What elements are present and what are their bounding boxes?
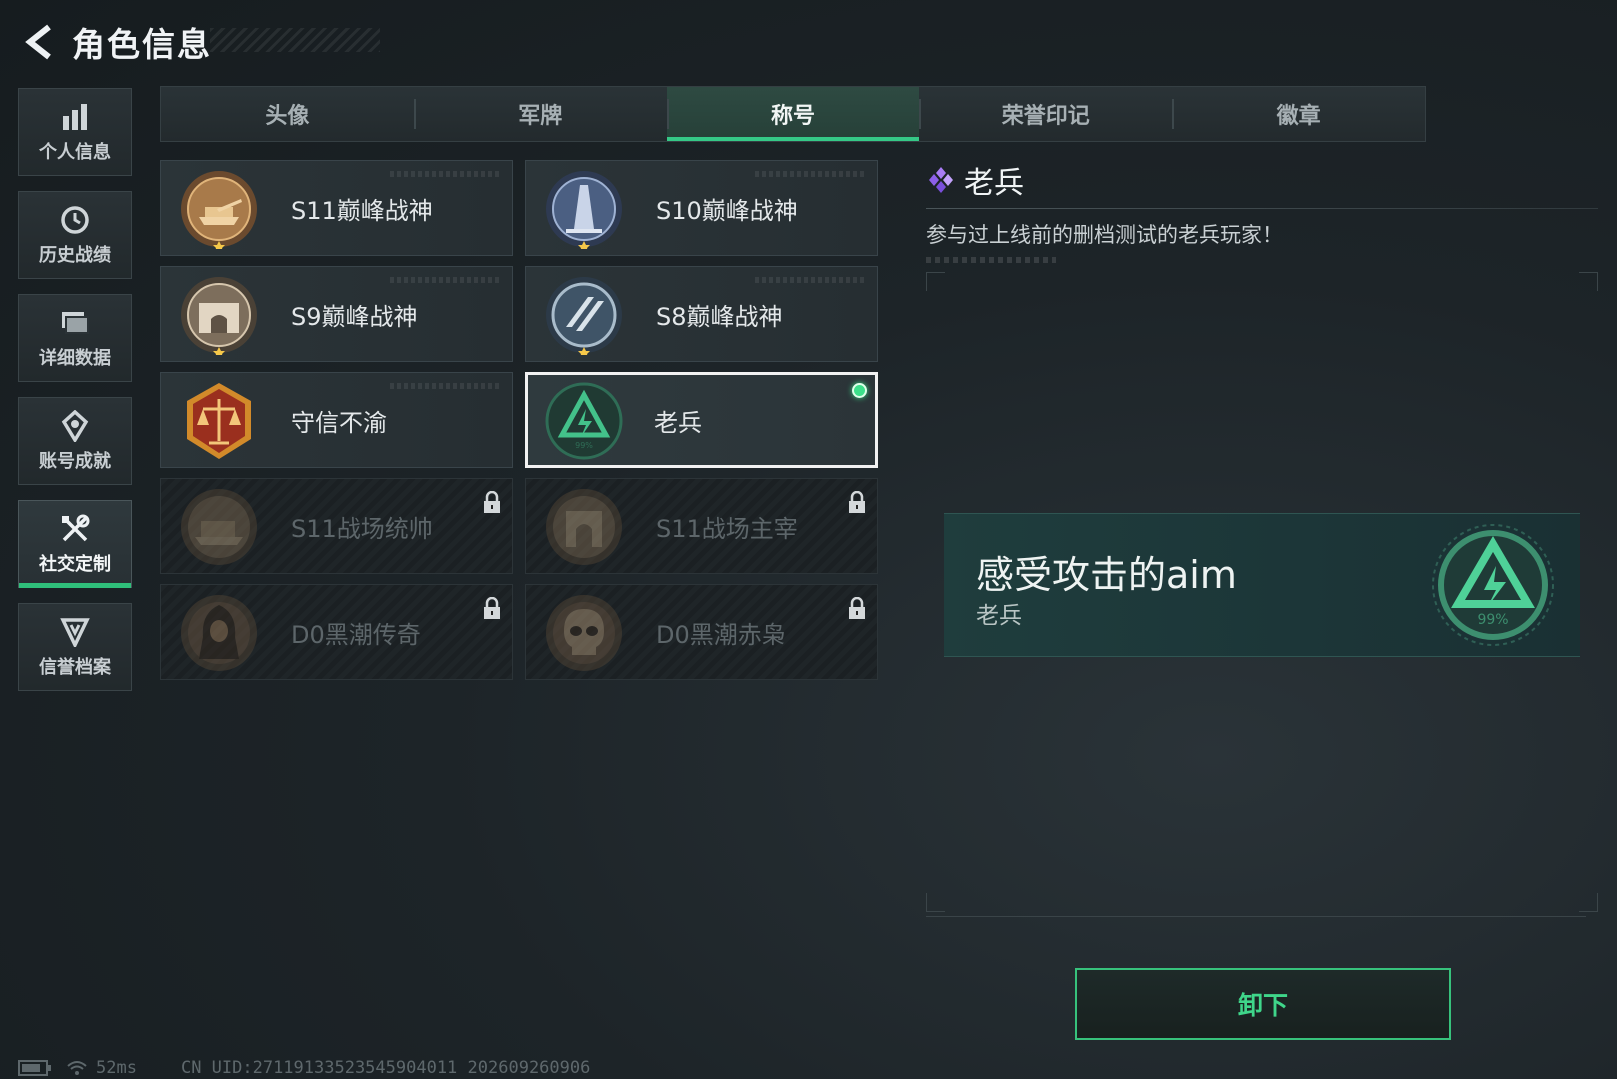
page-title: 角色信息 [72,25,212,64]
title-label: D0黑潮传奇 [291,620,421,649]
title-card-s8-peak[interactable]: S8巅峰战神 [525,266,878,362]
tab-dog-tag[interactable]: 军牌 [413,87,667,141]
title-label: S11战场统帅 [291,514,433,543]
title-label: D0黑潮赤枭 [656,620,786,649]
sidebar-item-social-custom[interactable]: 社交定制 [18,500,132,588]
sidebar-item-detailed-data[interactable]: 详细数据 [18,294,132,382]
title-card-s11-dominator[interactable]: S11战场主宰 [525,478,878,574]
lock-icon [849,597,865,619]
wifi-icon [67,1061,87,1075]
lock-icon [484,491,500,513]
title-card-keep-faith[interactable]: 守信不渝 [160,372,513,468]
frame-corner [926,893,945,912]
status-bar: 52ms CN UID:27119133523545904011 2026092… [18,1058,590,1078]
header-decoration [210,28,380,52]
title-label: S11战场主宰 [656,514,798,543]
battery-icon [18,1060,51,1076]
title-card-s11-peak[interactable]: S11巅峰战神 [160,160,513,256]
tab-badge[interactable]: 徽章 [1172,87,1425,141]
divider [926,208,1598,209]
fortress-emblem-icon [181,277,257,355]
detail-title: 老兵 [964,166,1024,201]
vehicle-emblem-icon [181,489,257,565]
sidebar-item-achievements[interactable]: 账号成就 [18,397,132,485]
card-decoration [390,383,500,389]
sidebar-item-label: 详细数据 [39,348,111,369]
title-card-s10-peak[interactable]: S10巅峰战神 [525,160,878,256]
veteran-emblem-icon: 99% [1432,524,1554,646]
title-label: S9巅峰战神 [291,302,418,331]
sidebar-item-label: 账号成就 [39,451,111,472]
tank-emblem-icon [181,171,257,249]
detail-description: 参与过上线前的删档测试的老兵玩家！ [926,223,1283,247]
back-arrow-icon[interactable] [18,20,62,64]
tab-avatar[interactable]: 头像 [161,87,414,141]
unequip-button[interactable]: 卸下 [1075,968,1451,1040]
hooded-figure-emblem-icon [181,595,257,671]
tab-title[interactable]: 称号 [666,87,920,141]
clock-icon [59,203,91,237]
frame-corner [1579,893,1598,912]
title-preview-card: 感受攻击的aim 老兵 99% [944,513,1580,657]
title-detail-panel: 老兵 参与过上线前的删档测试的老兵玩家！ [926,158,1598,263]
bar-chart-icon [60,100,90,134]
emblem-text: 99% [575,441,593,450]
equipped-indicator [852,383,867,398]
scales-emblem-icon [187,383,251,459]
title-label: 守信不渝 [291,408,387,437]
tools-icon [59,512,91,546]
title-label: S10巅峰战神 [656,196,798,225]
sidebar: 个人信息 历史战绩 详细数据 账号成就 社交定制 信誉档案 [18,88,134,706]
sidebar-item-label: 信誉档案 [39,657,111,678]
uid-text: CN UID:27119133523545904011 202609260906 [180,1058,591,1078]
title-label: S8巅峰战神 [656,302,783,331]
sidebar-item-label: 社交定制 [39,554,111,575]
title-label: S11巅峰战神 [291,196,433,225]
frame-corner [1579,272,1598,291]
header: 角色信息 [18,18,212,66]
tower-emblem-icon [546,171,622,249]
shield-icon [60,615,90,649]
folder-icon [58,306,92,340]
sidebar-item-label: 个人信息 [39,142,111,163]
lock-icon [849,491,865,513]
sidebar-item-history[interactable]: 历史战绩 [18,191,132,279]
title-card-veteran[interactable]: 99% 老兵 [525,372,878,468]
preview-title: 老兵 [976,603,1022,629]
lock-icon [484,597,500,619]
title-card-s11-commander[interactable]: S11战场统帅 [160,478,513,574]
frame-corner [926,272,945,291]
medal-icon [60,409,90,443]
ping-value: 52ms [96,1058,137,1078]
detail-header: 老兵 [926,158,1598,202]
title-card-s9-peak[interactable]: S9巅峰战神 [160,266,513,362]
title-label: 老兵 [654,408,702,437]
sidebar-item-personal-info[interactable]: 个人信息 [18,88,132,176]
tab-honor-mark[interactable]: 荣誉印记 [919,87,1172,141]
divider [926,916,1586,917]
description-decoration [926,257,1056,263]
player-name: 感受攻击的aim [976,553,1237,597]
title-card-d0-legend[interactable]: D0黑潮传奇 [160,584,513,680]
sidebar-item-label: 历史战绩 [39,245,111,266]
sidebar-item-credit[interactable]: 信誉档案 [18,603,132,691]
category-tabs: 头像 军牌 称号 荣誉印记 徽章 [160,86,1426,142]
veteran-emblem-icon: 99% [545,382,623,460]
title-card-d0-red-owl[interactable]: D0黑潮赤枭 [525,584,878,680]
emblem-text: 99% [1477,612,1508,628]
arch-emblem-icon [546,489,622,565]
skull-emblem-icon [546,595,622,671]
diamond-cluster-icon [929,167,953,193]
stripes-emblem-icon [546,277,622,355]
